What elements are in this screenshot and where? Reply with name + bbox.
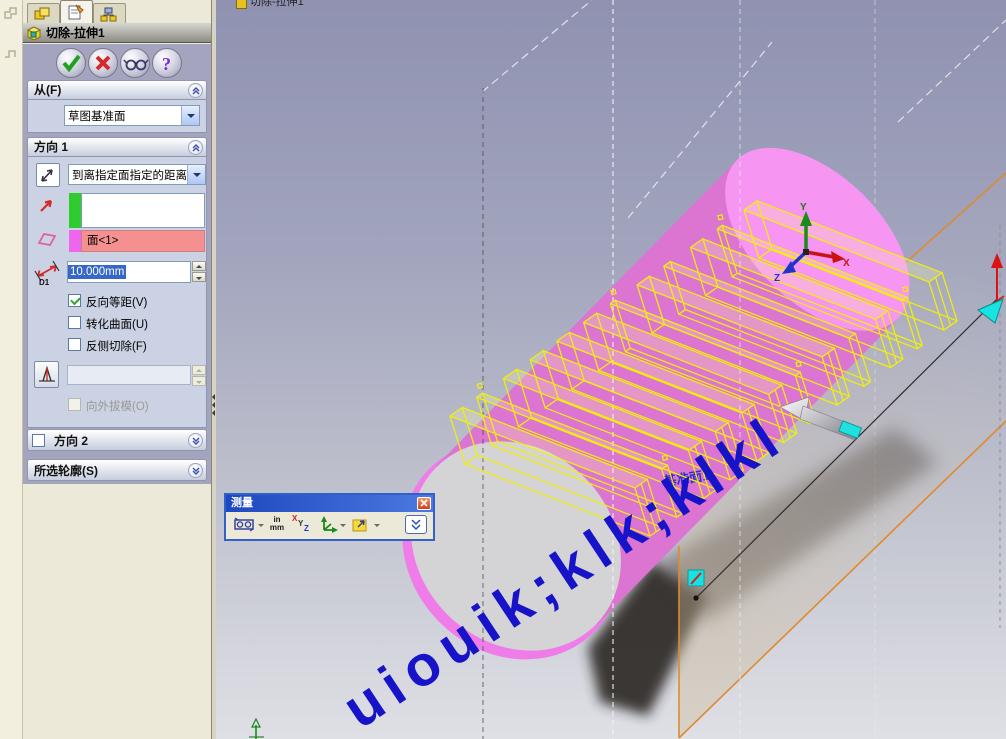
reverse-offset-label: 反向等距(V) <box>86 297 148 309</box>
chevron-down-icon[interactable] <box>340 524 346 530</box>
export-button[interactable] <box>352 516 370 533</box>
expand-contours-button[interactable] <box>188 463 203 478</box>
xyz-z: Z <box>304 524 309 533</box>
triad-x-label: X <box>843 258 850 269</box>
chevron-down-icon[interactable] <box>187 165 205 184</box>
draft-angle-stepper <box>192 365 206 387</box>
cancel-button[interactable] <box>88 48 118 78</box>
sketch-tool-icon[interactable] <box>3 6 19 22</box>
expand-toolbar-button[interactable] <box>405 515 427 534</box>
draft-angle-input <box>67 365 191 385</box>
end-condition-combo[interactable]: 到离指定面指定的距离 <box>68 164 206 185</box>
detailed-preview-button[interactable] <box>120 48 150 78</box>
depth-value: 10.000mm <box>68 265 127 279</box>
units-button[interactable]: in mm <box>267 516 287 532</box>
svg-text:D1: D1 <box>39 278 50 286</box>
face-reference-icon <box>37 232 57 247</box>
left-toolbar <box>0 0 23 739</box>
measure-toolbar: in mm X Y Z <box>226 512 433 539</box>
active-selection-indicator <box>69 193 81 228</box>
sketch-tool-icon[interactable] <box>3 46 19 62</box>
graphics-viewport[interactable]: 基准面1 uiouik;klk;klkl Y X Z <box>216 0 1006 739</box>
expand-direction2-button[interactable] <box>188 433 203 448</box>
face-selection-indicator <box>69 230 81 252</box>
panel-tabbar <box>23 0 211 24</box>
reverse-direction-button[interactable] <box>36 163 60 187</box>
face-reference-value: 面<1> <box>87 235 119 247</box>
feature-label: 切除-拉伸1 <box>250 0 304 8</box>
cut-extrude-icon <box>26 26 42 40</box>
scene: 基准面1 uiouik;klk;klkl Y X Z <box>249 0 1006 739</box>
measure-title-bar[interactable]: 测量 <box>226 495 433 512</box>
close-icon[interactable] <box>417 497 431 510</box>
section-selected-contours: 所选轮廓(S) <box>27 459 207 481</box>
chevron-down-icon[interactable] <box>258 524 264 530</box>
direction-reference-icon <box>40 199 53 212</box>
tab-feature-manager[interactable] <box>27 3 60 24</box>
translate-surface-checkbox[interactable] <box>68 316 81 329</box>
start-condition-combo[interactable]: 草图基准面 <box>64 105 200 126</box>
flip-side-label: 反侧切除(F) <box>86 341 147 353</box>
flyout-tree-peek[interactable]: 切除-拉伸1 <box>236 0 346 9</box>
section-from-label: 从(F) <box>34 83 62 97</box>
direction2-checkbox[interactable] <box>32 434 45 447</box>
xyz-button[interactable]: X Y Z <box>292 514 312 534</box>
section-direction1-body: 到离指定面指定的距离 面<1> D1 10.000mm 反向等距(V) 转化曲面… <box>27 157 207 428</box>
spin-down-icon <box>192 376 206 386</box>
direction-reference-box[interactable] <box>81 193 205 228</box>
spin-up-icon[interactable] <box>192 261 206 271</box>
feature-icon <box>236 0 247 9</box>
units-mm: mm <box>269 523 285 532</box>
property-manager-panel: 切除-拉伸1 ? 从(F) 草图基准面 方向 1 到离指定面指定的距离 面<1>… <box>23 0 211 739</box>
section-from: 从(F) <box>27 80 207 100</box>
panel-empty-area <box>23 484 211 739</box>
collapse-direction1-button[interactable] <box>188 140 203 155</box>
spin-down-icon[interactable] <box>192 272 206 282</box>
face-reference-box[interactable]: 面<1> <box>81 230 205 252</box>
depth-dimension-icon: D1 <box>34 260 60 286</box>
tab-configuration-manager[interactable] <box>93 3 126 24</box>
measure-title: 测量 <box>231 497 253 509</box>
draft-outward-checkbox <box>68 398 81 411</box>
translate-surface-label: 转化曲面(U) <box>86 319 148 331</box>
triad-y-label: Y <box>800 202 807 213</box>
section-direction1: 方向 1 <box>27 137 207 157</box>
spin-up-icon <box>192 365 206 375</box>
panel-title: 切除-拉伸1 <box>46 26 105 40</box>
xyz-x: X <box>292 514 298 523</box>
panel-body: ? 从(F) 草图基准面 方向 1 到离指定面指定的距离 面<1> D1 10.… <box>23 44 211 484</box>
coordinate-system-button[interactable] <box>318 516 338 535</box>
xyz-y: Y <box>298 519 304 528</box>
chevron-down-icon[interactable] <box>181 106 199 125</box>
reverse-offset-checkbox[interactable] <box>68 294 81 307</box>
draft-button[interactable] <box>34 361 59 388</box>
plane-handle[interactable] <box>687 569 705 587</box>
section-direction2-label: 方向 2 <box>54 434 89 448</box>
section-selected-contours-label: 所选轮廓(S) <box>34 464 98 478</box>
ok-button[interactable] <box>56 48 86 78</box>
feature-title-bar: 切除-拉伸1 <box>23 23 211 43</box>
triad-z-label: Z <box>774 273 780 284</box>
help-button[interactable]: ? <box>152 48 182 78</box>
section-direction1-label: 方向 1 <box>34 140 69 154</box>
chevron-down-icon[interactable] <box>374 524 380 530</box>
depth-input[interactable]: 10.000mm <box>67 261 191 283</box>
section-from-body: 草图基准面 <box>27 100 207 133</box>
solidworks-window: 切除-拉伸1 ? 从(F) 草图基准面 方向 1 到离指定面指定的距离 面<1>… <box>0 0 1006 739</box>
depth-stepper[interactable] <box>192 261 206 283</box>
calipers-button[interactable] <box>233 516 255 534</box>
section-direction2: 方向 2 <box>27 429 207 451</box>
start-condition-value: 草图基准面 <box>68 111 126 123</box>
end-condition-value: 到离指定面指定的距离 <box>72 170 187 182</box>
flip-side-checkbox[interactable] <box>68 338 81 351</box>
collapse-from-button[interactable] <box>188 83 203 98</box>
draft-outward-label: 向外拔模(O) <box>86 401 149 413</box>
measure-dialog: 测量 in mm X Y Z <box>224 493 435 541</box>
svg-text:?: ? <box>162 54 171 74</box>
tab-property-manager[interactable] <box>60 0 93 24</box>
origin-marker <box>249 717 264 739</box>
sketch-point[interactable] <box>693 595 699 601</box>
